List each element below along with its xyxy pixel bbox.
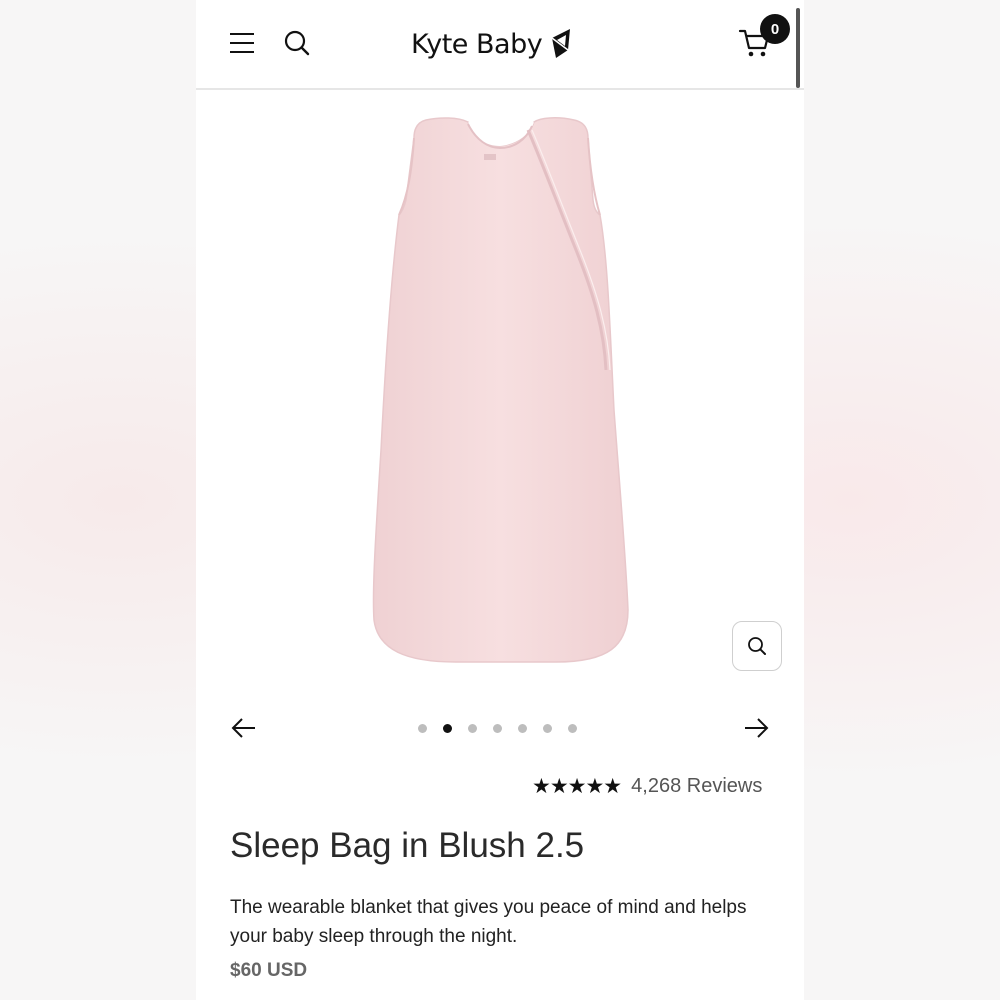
carousel-dot[interactable] <box>543 724 552 733</box>
zoom-button[interactable] <box>732 621 782 671</box>
search-icon[interactable] <box>282 28 312 58</box>
cart-count-badge[interactable]: 0 <box>760 14 790 44</box>
brand-logo[interactable]: Kyte Baby <box>411 22 574 66</box>
product-image[interactable] <box>196 90 804 690</box>
carousel-dot[interactable] <box>518 724 527 733</box>
carousel-dot[interactable] <box>418 724 427 733</box>
site-header: Kyte Baby 0 <box>196 0 804 90</box>
carousel-dot[interactable] <box>493 724 502 733</box>
arrow-right-icon[interactable] <box>742 714 770 742</box>
brand-name: Kyte Baby <box>411 28 543 60</box>
scrollbar-thumb[interactable] <box>796 8 800 88</box>
kite-icon <box>551 29 571 58</box>
product-description: The wearable blanket that gives you peac… <box>230 897 747 947</box>
mobile-viewport: Kyte Baby 0 ★★★★★ 4,268 Reviews Sleep Ba… <box>196 0 804 1000</box>
arrow-left-icon[interactable] <box>230 714 258 742</box>
star-rating: ★★★★★ <box>532 775 622 798</box>
hamburger-menu-icon[interactable] <box>228 30 256 56</box>
carousel-dots <box>418 724 577 733</box>
product-title: Sleep Bag in Blush 2.5 <box>230 826 585 865</box>
product-price: $60 USD <box>230 960 308 981</box>
carousel-dot[interactable] <box>468 724 477 733</box>
carousel-dot[interactable] <box>568 724 577 733</box>
magnifier-icon <box>748 637 766 655</box>
review-count: 4,268 Reviews <box>631 775 763 797</box>
carousel-dot[interactable] <box>443 724 452 733</box>
reviews-summary[interactable]: ★★★★★ 4,268 Reviews <box>532 774 762 799</box>
